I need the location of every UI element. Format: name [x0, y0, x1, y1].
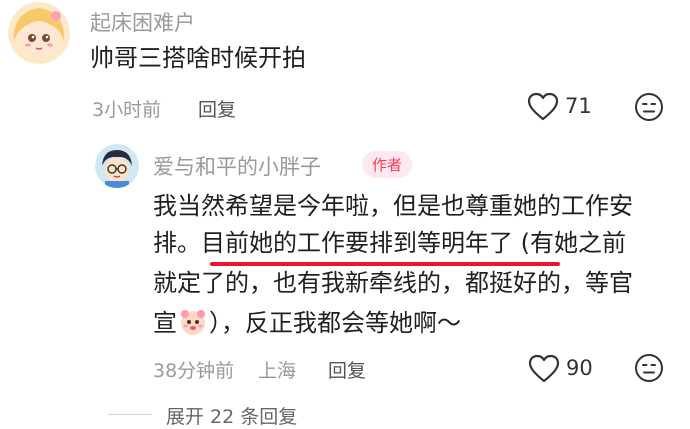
comment2-reply-button[interactable]: 回复 [328, 356, 366, 383]
comment2-time: 38分钟前 [153, 360, 235, 382]
smiley-icon [635, 354, 663, 382]
comment1-text: 帅哥三搭啥时候开拍 [90, 44, 306, 72]
comment2-line-4-prefix: 宣 [153, 309, 177, 337]
comment2-line-3: 就定了的，也有我新牵线的，都挺好的，等官 [153, 269, 633, 297]
comment1-dislike-button[interactable] [634, 92, 664, 122]
heart-outline-icon [528, 354, 560, 383]
sticker-emoji-icon [181, 310, 205, 335]
comment2-line-4-text: ），反正我都会等她啊～ [209, 309, 461, 337]
expand-replies-button[interactable]: 展开 22 条回复 [166, 402, 297, 429]
comment2-username[interactable]: 爱与和平的小胖子 [153, 151, 321, 181]
comment2-dislike-button[interactable] [634, 353, 664, 383]
comment2-location: 上海 [258, 360, 297, 382]
comment1-time: 3小时前 [92, 99, 162, 121]
comment2-line-4: 宣 ），反正我都会等她啊～ [153, 305, 461, 342]
anime-girl-avatar-icon [8, 2, 70, 64]
avatar-comment1[interactable] [8, 2, 70, 64]
comment1-like-count: 71 [565, 94, 592, 118]
comment1-username[interactable]: 起床困难户 [90, 7, 195, 37]
boy-glasses-avatar-icon [95, 144, 139, 188]
heart-outline-icon [527, 92, 559, 121]
comment2-like-count: 90 [566, 356, 593, 380]
comment2-line-2: 排。目前她的工作要排到等明年了 (有她之前 [153, 229, 626, 257]
author-badge: 作者 [362, 151, 413, 178]
comment2-line-1: 我当然希望是今年啦，但是也尊重她的工作安 [153, 192, 633, 220]
comment1-like-button[interactable]: 71 [527, 90, 599, 124]
comment1-reply-button[interactable]: 回复 [198, 95, 236, 122]
avatar-comment2[interactable] [95, 144, 139, 188]
expand-divider [108, 414, 152, 415]
smiley-icon [635, 93, 663, 121]
comment2-like-button[interactable]: 90 [528, 352, 600, 386]
